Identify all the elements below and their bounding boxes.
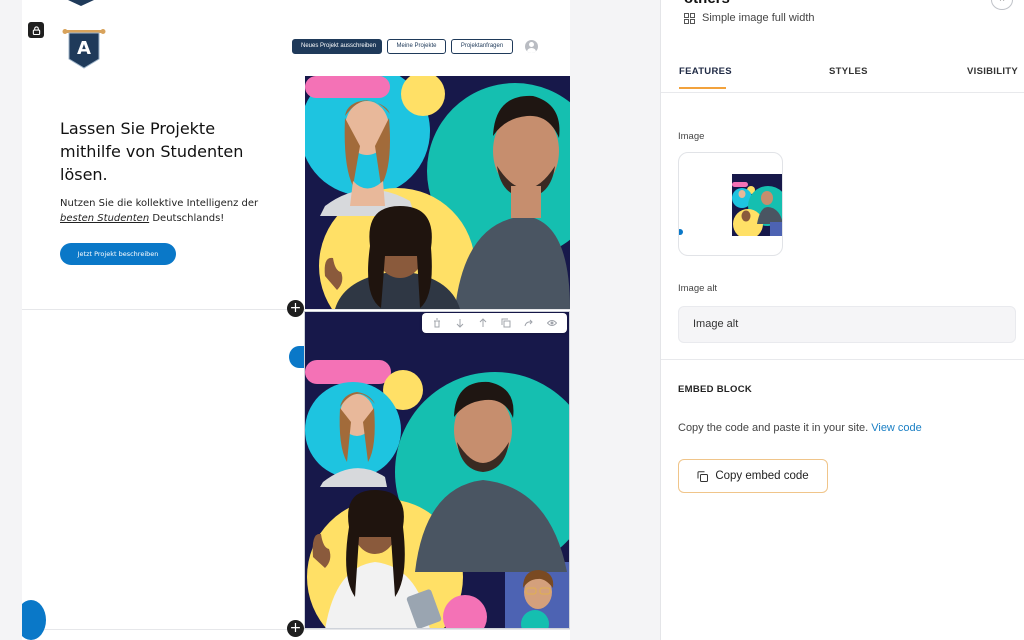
hero-subtitle: Nutzen Sie die kollektive Intelligenz de… <box>60 196 260 226</box>
panel-title: others <box>684 0 730 7</box>
grid-icon <box>684 12 695 24</box>
copy-icon <box>697 470 709 482</box>
redo-icon[interactable] <box>522 316 536 330</box>
active-tab-indicator <box>679 87 726 89</box>
arrow-up-icon[interactable] <box>476 316 490 330</box>
selected-image-block[interactable] <box>304 311 570 629</box>
close-icon[interactable]: × <box>991 0 1013 10</box>
decorative-blob <box>22 600 46 640</box>
eye-icon[interactable] <box>545 316 559 330</box>
image-alt-input[interactable]: Image alt <box>678 306 1016 343</box>
copy-embed-code-label: Copy embed code <box>715 470 809 482</box>
thumbnail-image <box>732 174 782 236</box>
panel-divider <box>661 359 1024 360</box>
image-alt-label: Image alt <box>678 283 718 294</box>
image-thumbnail[interactable] <box>678 152 783 256</box>
hero-sub-prefix: Nutzen Sie die kollektive Intelligenz de… <box>60 198 259 209</box>
tab-styles[interactable]: STYLES <box>829 66 868 77</box>
lock-icon[interactable] <box>28 22 44 38</box>
trash-icon[interactable] <box>430 316 444 330</box>
embed-instructions-text: Copy the code and paste it in your site. <box>678 422 869 434</box>
page-canvas: A Neues Projekt ausschreiben Meine Proje… <box>22 0 570 640</box>
block-toolbar <box>422 313 567 333</box>
logo-partial <box>68 0 94 6</box>
add-block-button-1[interactable]: + <box>287 300 304 317</box>
user-avatar-icon[interactable] <box>525 40 538 53</box>
embed-block-heading: EMBED BLOCK <box>678 384 753 395</box>
project-requests-button[interactable]: Projektanfragen <box>451 39 513 54</box>
image-label: Image <box>678 131 705 142</box>
tab-visibility[interactable]: VISIBILITY <box>967 66 1018 77</box>
arrow-down-icon[interactable] <box>453 316 467 330</box>
my-projects-button[interactable]: Meine Projekte <box>387 39 446 54</box>
tab-features[interactable]: FEATURES <box>679 66 732 77</box>
new-project-button[interactable]: Neues Projekt ausschreiben <box>292 39 382 54</box>
hero-image[interactable] <box>305 76 570 309</box>
hero-title: Lassen Sie Projekte mithilfe von Student… <box>60 119 244 184</box>
copy-embed-code-button[interactable]: Copy embed code <box>678 459 828 493</box>
hero-sub-suffix: Deutschlands! <box>149 213 225 224</box>
properties-panel: others × Simple image full width FEATURE… <box>660 0 1024 640</box>
panel-tabs: FEATURES STYLES VISIBILITY <box>661 55 1024 93</box>
logo: A <box>62 29 106 69</box>
logo-letter: A <box>77 38 91 59</box>
describe-project-button[interactable]: Jetzt Projekt beschreiben <box>60 243 176 265</box>
hero-sub-emphasis: besten Studenten <box>60 213 150 224</box>
add-block-button-2[interactable]: + <box>287 620 304 637</box>
decorative-dot <box>679 229 683 235</box>
block-type-row: Simple image full width <box>684 12 815 24</box>
block-type-label: Simple image full width <box>702 12 815 24</box>
view-code-link[interactable]: View code <box>871 422 922 434</box>
embed-instructions: Copy the code and paste it in your site.… <box>678 422 922 434</box>
top-nav: Neues Projekt ausschreiben Meine Projekt… <box>292 39 538 54</box>
copy-icon[interactable] <box>499 316 513 330</box>
